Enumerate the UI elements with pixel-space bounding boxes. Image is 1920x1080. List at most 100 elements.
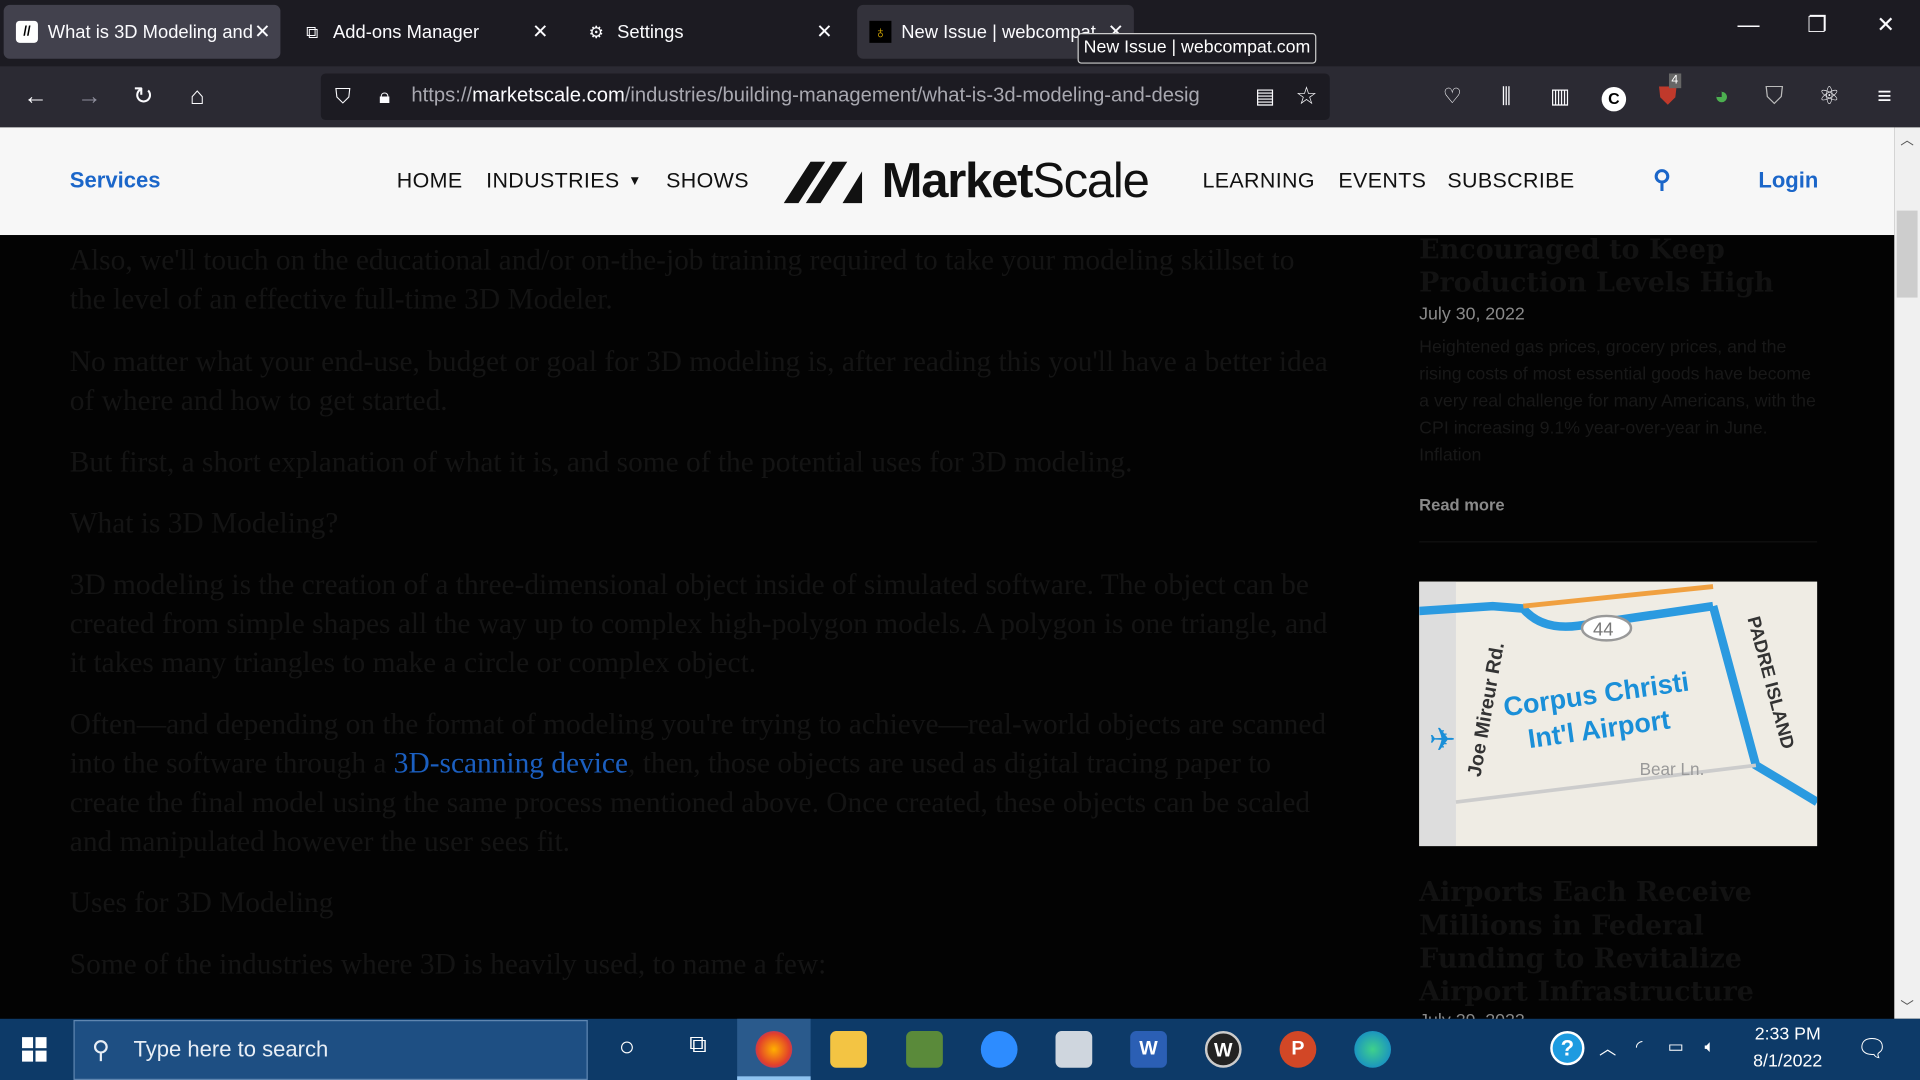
- ublock-icon[interactable]: ⛊ 4: [1652, 73, 1684, 113]
- tab-addons[interactable]: ⧉ Add-ons Manager ✕: [289, 5, 558, 59]
- ublock-badge: 4: [1668, 73, 1681, 89]
- services-link[interactable]: Services: [70, 168, 161, 194]
- extension-c-icon[interactable]: C: [1598, 81, 1630, 113]
- minimize-button[interactable]: —: [1724, 12, 1773, 38]
- sidebar-post: Encouraged to Keep Production Levels Hig…: [1419, 234, 1818, 543]
- clock-date[interactable]: 8/1/2022: [1746, 1052, 1829, 1072]
- marketscale-logo[interactable]: MarketScale: [783, 154, 1150, 209]
- scroll-up-icon[interactable]: ︿: [1894, 130, 1920, 150]
- puzzle-icon: ⧉: [306, 21, 319, 42]
- nav-subscribe[interactable]: SUBSCRIBE: [1447, 168, 1574, 194]
- home-icon[interactable]: ⌂: [181, 81, 213, 113]
- minecraft-icon[interactable]: [906, 1031, 943, 1068]
- webcompat-favicon: ♁: [869, 20, 892, 43]
- post-title[interactable]: Encouraged to Keep Production Levels Hig…: [1419, 234, 1817, 300]
- help-icon[interactable]: ?: [1550, 1031, 1585, 1066]
- gear-icon: ⚙: [588, 21, 605, 42]
- logo-text-bold: Market: [881, 154, 1034, 209]
- file-explorer-icon[interactable]: [830, 1031, 867, 1068]
- volume-icon[interactable]: 🔈︎: [1704, 1036, 1714, 1057]
- scrollbar-thumb[interactable]: [1896, 210, 1918, 298]
- airplane-icon: ✈: [1429, 722, 1456, 758]
- edge-icon[interactable]: [1354, 1031, 1392, 1068]
- clock-time[interactable]: 2:33 PM: [1751, 1025, 1824, 1045]
- article-heading: What is 3D Modeling?: [69, 508, 339, 541]
- close-window-button[interactable]: ✕: [1861, 12, 1910, 38]
- forward-icon[interactable]: →: [73, 81, 105, 113]
- menu-icon[interactable]: ≡: [1869, 81, 1901, 113]
- firefox-icon: [755, 1031, 793, 1068]
- marketscale-favicon: //: [15, 20, 38, 43]
- taskbar-firefox[interactable]: [737, 1018, 811, 1080]
- nav-learning[interactable]: LEARNING: [1202, 168, 1315, 194]
- read-more-link[interactable]: Read more: [1419, 496, 1817, 514]
- post-thumbnail-map[interactable]: 44 Corpus Christi Int'l Airport Joe Mire…: [1419, 581, 1818, 847]
- url-bar[interactable]: ⛉ 🔒︎ https://marketscale.com/industries/…: [320, 73, 1330, 121]
- article-paragraph: But first, a short explanation of what i…: [69, 446, 1133, 479]
- battery-icon[interactable]: ▭: [1668, 1036, 1684, 1057]
- tab-title: Settings: [617, 21, 684, 43]
- tab-tooltip: New Issue | webcompat.com: [1077, 33, 1317, 64]
- windows-start-icon[interactable]: [22, 1037, 47, 1062]
- w-app-icon[interactable]: W: [1204, 1031, 1242, 1068]
- search-icon: ⚲: [91, 1037, 110, 1065]
- map-label: 44: [1593, 619, 1613, 640]
- nav-home[interactable]: HOME: [397, 168, 463, 194]
- sidebar-icon[interactable]: ▥: [1544, 81, 1576, 113]
- extension-globe-icon[interactable]: ◕: [1706, 81, 1738, 113]
- search-icon[interactable]: ⚲: [1653, 164, 1671, 195]
- chevron-down-icon[interactable]: ▼: [628, 174, 642, 189]
- post-excerpt: Heightened gas prices, grocery prices, a…: [1419, 337, 1816, 466]
- article-paragraph: 3D modeling is the creation of a three-d…: [69, 569, 1328, 680]
- zoom-icon[interactable]: [980, 1031, 1018, 1068]
- tab-marketscale[interactable]: // What is 3D Modeling and ✕: [3, 4, 281, 59]
- article-paragraph: Often—and depending on the format of mod…: [69, 708, 1327, 859]
- shield-icon[interactable]: ⛉: [327, 81, 359, 113]
- windows-taskbar: ⚲ Type here to search ○ ⧉ W W P ? ︿ ◜ ▭ …: [0, 1018, 1920, 1080]
- article-heading: Uses for 3D Modeling: [69, 887, 334, 920]
- reader-view-icon[interactable]: ▤: [1249, 81, 1281, 113]
- page-content: Also, we'll touch on the educational and…: [0, 234, 1895, 1031]
- map-label: Bear Ln.: [1640, 759, 1705, 779]
- scanning-device-link[interactable]: 3D-scanning device: [394, 748, 628, 780]
- library-icon[interactable]: ⫼: [1490, 81, 1522, 113]
- login-link[interactable]: Login: [1758, 168, 1818, 194]
- nav-shows[interactable]: SHOWS: [666, 168, 749, 194]
- back-icon[interactable]: ←: [20, 81, 52, 113]
- tab-title: New Issue | webcompat: [901, 21, 1096, 43]
- cortana-icon[interactable]: ○: [609, 1031, 646, 1068]
- close-tab-icon[interactable]: ✕: [254, 20, 270, 44]
- restore-button[interactable]: ❐: [1793, 12, 1842, 38]
- powerpoint-icon[interactable]: P: [1279, 1031, 1317, 1068]
- sidebar-post: Airports Each Receive Millions in Federa…: [1419, 877, 1817, 1031]
- nav-events[interactable]: EVENTS: [1338, 168, 1426, 194]
- extension-atom-icon[interactable]: ⚛: [1813, 81, 1845, 113]
- logo-mark-icon: [783, 161, 863, 203]
- task-view-icon[interactable]: ⧉: [680, 1031, 717, 1068]
- bookmark-star-icon[interactable]: ☆: [1291, 81, 1323, 113]
- logo-text-light: Scale: [1032, 154, 1150, 209]
- post-date: July 30, 2022: [1419, 304, 1525, 325]
- taskbar-search-box[interactable]: ⚲ Type here to search: [73, 1020, 588, 1080]
- url-text[interactable]: https://marketscale.com/industries/build…: [411, 84, 1244, 107]
- extension-shield-icon[interactable]: ⛉: [1758, 81, 1790, 113]
- pocket-icon[interactable]: ♡: [1436, 81, 1468, 113]
- camera-icon[interactable]: [1055, 1031, 1093, 1068]
- word-icon[interactable]: W: [1130, 1031, 1167, 1068]
- scroll-down-icon[interactable]: ﹀: [1894, 997, 1920, 1017]
- tab-bar: // What is 3D Modeling and ✕ ⧉ Add-ons M…: [0, 0, 1920, 67]
- close-tab-icon[interactable]: ✕: [532, 20, 548, 44]
- wifi-icon[interactable]: ◜: [1636, 1036, 1643, 1057]
- tab-settings[interactable]: ⚙ Settings ✕: [573, 5, 842, 59]
- close-tab-icon[interactable]: ✕: [816, 20, 832, 44]
- show-hidden-icons[interactable]: ︿: [1599, 1036, 1616, 1060]
- divider: [1419, 541, 1818, 543]
- page-scrollbar[interactable]: ︿ ﹀: [1894, 127, 1920, 1019]
- nav-industries[interactable]: INDUSTRIES: [486, 168, 619, 194]
- lock-icon[interactable]: 🔒︎: [369, 81, 401, 113]
- nav-toolbar: ← → ↻ ⌂ ⛉ 🔒︎ https://marketscale.com/ind…: [0, 66, 1920, 128]
- tab-title: What is 3D Modeling and: [47, 21, 253, 43]
- post-title[interactable]: Airports Each Receive Millions in Federa…: [1419, 877, 1817, 1009]
- notifications-icon[interactable]: 🗨︎: [1856, 1033, 1887, 1064]
- reload-icon[interactable]: ↻: [127, 81, 159, 113]
